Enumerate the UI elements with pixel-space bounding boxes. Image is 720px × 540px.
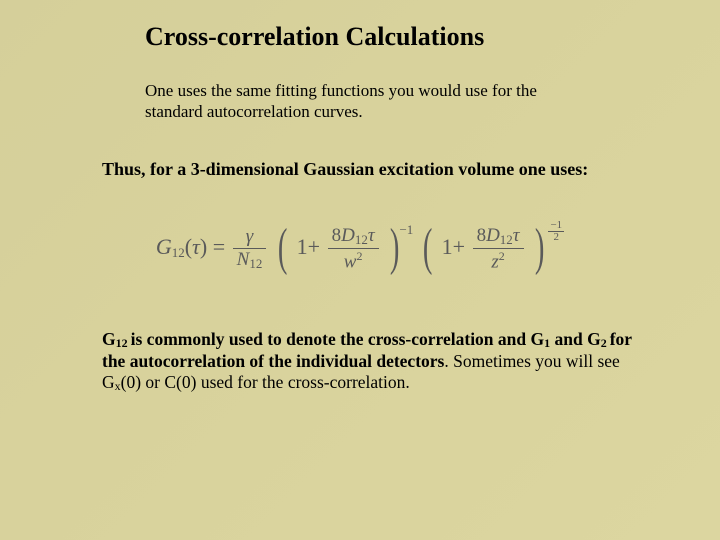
formula-block: G12(τ) = γ N12 ( 1+ 8D12τ w2 )−1 ( 1+ 8D… [40,220,680,279]
page-title: Cross-correlation Calculations [145,22,680,52]
intro-paragraph: One uses the same fitting functions you … [145,80,545,123]
notes-paragraph: G12 is commonly used to denote the cross… [102,329,640,395]
subheading: Thus, for a 3-dimensional Gaussian excit… [102,159,680,180]
formula: G12(τ) = γ N12 ( 1+ 8D12τ w2 )−1 ( 1+ 8D… [156,234,564,259]
slide: Cross-correlation Calculations One uses … [0,0,720,540]
